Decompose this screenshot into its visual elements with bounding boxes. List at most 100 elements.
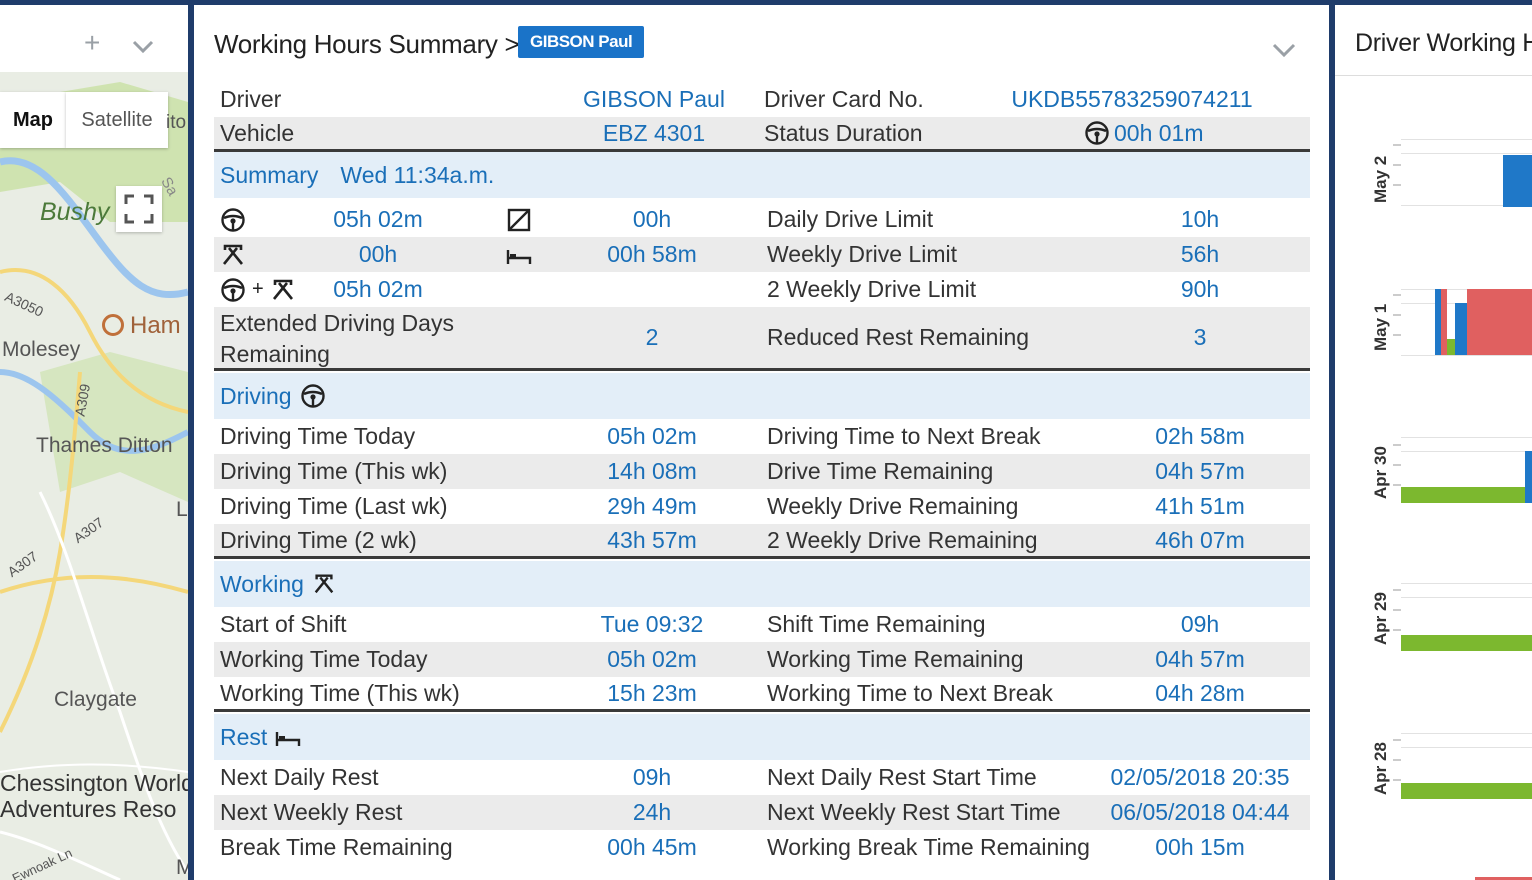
map-label: Thames Ditton [36, 434, 173, 457]
rest-value: 00h 45m [607, 834, 697, 860]
rest-label: Next Weekly Rest Start Time [767, 799, 1061, 825]
chart-gridline [1401, 597, 1532, 598]
driving-heading: Driving [220, 382, 292, 409]
right-panel-title[interactable]: Driver Working H [1355, 29, 1532, 58]
driving-label: Driving Time (This wk) [220, 458, 448, 484]
chart-bar-working[interactable] [1401, 783, 1532, 799]
map-label: Claygate [54, 688, 137, 711]
driving-value: 14h 08m [607, 458, 697, 484]
driving-value: 05h 02m [607, 423, 697, 449]
rest-value: 00h 15m [1155, 834, 1245, 860]
rest-label: Next Weekly Rest [220, 799, 403, 825]
summary-label: 2 Weekly Drive Limit [767, 276, 977, 302]
chart-gridline [1401, 437, 1532, 438]
chart-gridline [1401, 451, 1532, 452]
rest-value: 24h [632, 799, 672, 825]
status-duration-value: 00h 01m [1084, 117, 1264, 149]
chart-gridline [1401, 583, 1532, 584]
extended-driving-days-label: Extended Driving Days Remaining [220, 310, 454, 367]
chart-bar-working[interactable] [1401, 487, 1532, 503]
chevron-down-icon[interactable] [130, 33, 156, 59]
working-value: 04h 28m [1155, 679, 1245, 706]
map-label: Chessington World [0, 770, 188, 796]
chart-bar-driving[interactable] [1455, 303, 1467, 355]
driver-badge[interactable]: GIBSON Paul [518, 26, 645, 58]
driving-row: Driving Time (This wk) 14h 08m Drive Tim… [214, 454, 1310, 489]
working-row: Start of Shift Tue 09:32 Shift Time Rema… [214, 607, 1310, 642]
summary-heading: Summary [220, 161, 319, 188]
divider [1335, 75, 1532, 76]
summary-symbol [220, 237, 340, 272]
map-label: ito [166, 112, 187, 133]
summary-symbol [506, 237, 546, 272]
working-label: Working Time Today [220, 646, 428, 672]
working-label: Start of Shift [220, 611, 347, 637]
driving-label: Driving Time to Next Break [767, 423, 1041, 449]
chart-date-label: Apr 30 [1371, 446, 1390, 499]
driving-value: 41h 51m [1155, 493, 1245, 519]
working-value: 05h 02m [607, 646, 697, 672]
chevron-down-icon[interactable] [1270, 35, 1298, 63]
map-label: Ham [130, 312, 181, 339]
map-label: M [176, 856, 188, 879]
hammers-icon [222, 244, 244, 265]
summary-row: Extended Driving Days Remaining 2 Reduce… [214, 307, 1310, 371]
add-icon[interactable]: + [84, 27, 100, 59]
driving-section-header: Driving [214, 373, 1310, 419]
summary-grid: Driver GIBSON Paul Driver Card No. UKDB5… [214, 82, 1310, 865]
status-duration-label: Status Duration [764, 119, 923, 146]
map-type-map-button[interactable]: Map [0, 92, 66, 148]
hammers-icon [272, 279, 293, 300]
summary-row: 00h 00h 58m Weekly Drive Limit 56h [214, 237, 1310, 272]
chart-bar-driving[interactable] [1503, 155, 1532, 207]
map-type-satellite-button[interactable]: Satellite [66, 92, 168, 148]
driver-card-value[interactable]: UKDB55783259074211 [984, 82, 1280, 117]
steering-wheel-icon [1085, 121, 1109, 145]
working-value: Tue 09:32 [600, 611, 704, 637]
hammers-icon [314, 574, 334, 594]
chart-bar-working[interactable] [1447, 339, 1455, 355]
vehicle-label: Vehicle [220, 119, 295, 146]
fullscreen-icon [124, 194, 154, 224]
summary-time: Wed 11:34a.m. [340, 161, 495, 188]
summary-row: + 05h 02m 2 Weekly Drive Limit 90h [214, 272, 1310, 307]
rest-section-header: Rest [214, 714, 1310, 760]
chart-bar-driving[interactable] [1525, 451, 1532, 503]
driving-value: 46h 07m [1155, 526, 1245, 553]
working-section-header: Working [214, 561, 1310, 607]
summary-symbol [220, 202, 340, 237]
chart-date-label: May 2 [1371, 155, 1390, 203]
summary-row: 05h 02m 00h Daily Drive Limit 10h [214, 202, 1310, 237]
summary-value: 56h [1180, 241, 1220, 267]
availability-box-icon [507, 208, 531, 231]
vehicle-value[interactable]: EBZ 4301 [514, 117, 794, 149]
panel-title[interactable]: Working Hours Summary > [214, 29, 520, 60]
fullscreen-button[interactable] [116, 186, 162, 232]
rest-row: Break Time Remaining 00h 45m Working Bre… [214, 830, 1310, 865]
chart-bar-rest[interactable] [1467, 289, 1532, 355]
driving-label: Drive Time Remaining [767, 458, 994, 484]
map-pane[interactable]: + Map Satellite ito Sa Bushy Ham Molesey… [0, 0, 188, 880]
working-row: Working Time Today 05h 02m Working Time … [214, 642, 1310, 677]
rest-label: Next Daily Rest Start Time [767, 764, 1037, 790]
summary-value: 00h [632, 206, 672, 232]
driving-value: 04h 57m [1155, 458, 1245, 484]
extended-driving-days-value: 2 [645, 324, 659, 350]
summary-label: Daily Drive Limit [767, 206, 934, 232]
rest-value: 06/05/2018 04:44 [1110, 799, 1290, 825]
chart-bar-working[interactable] [1401, 635, 1532, 651]
map-label: L [176, 498, 188, 521]
chart-gridline [1401, 733, 1532, 734]
working-value: 15h 23m [607, 679, 697, 706]
working-heading: Working [220, 570, 304, 597]
driver-value[interactable]: GIBSON Paul [514, 82, 794, 117]
chart-date-label: Apr 28 [1371, 742, 1390, 795]
map-label: Bushy [40, 198, 110, 226]
driving-label: 2 Weekly Drive Remaining [767, 526, 1038, 553]
driving-row: Driving Time (Last wk) 29h 49m Weekly Dr… [214, 489, 1310, 524]
map-label: Adventures Reso [0, 796, 177, 822]
working-row: Working Time (This wk) 15h 23m Working T… [214, 677, 1310, 712]
rest-value: 02/05/2018 20:35 [1110, 764, 1290, 790]
rest-heading: Rest [220, 723, 268, 750]
summary-value: 90h [1180, 276, 1220, 302]
